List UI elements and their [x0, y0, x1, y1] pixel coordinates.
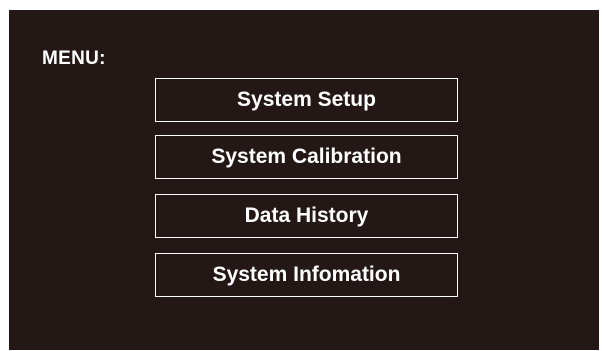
- system-calibration-button[interactable]: System Calibration: [155, 135, 458, 179]
- system-setup-button[interactable]: System Setup: [155, 78, 458, 122]
- data-history-label: Data History: [244, 204, 369, 227]
- system-setup-label: System Setup: [237, 88, 376, 111]
- system-information-button[interactable]: System Infomation: [155, 253, 458, 297]
- menu-screen: MENU: System Setup System Calibration Da…: [9, 10, 599, 350]
- data-history-button[interactable]: Data History: [155, 194, 458, 238]
- system-calibration-label: System Calibration: [211, 145, 402, 168]
- menu-title: MENU:: [42, 48, 106, 69]
- system-information-label: System Infomation: [212, 263, 401, 286]
